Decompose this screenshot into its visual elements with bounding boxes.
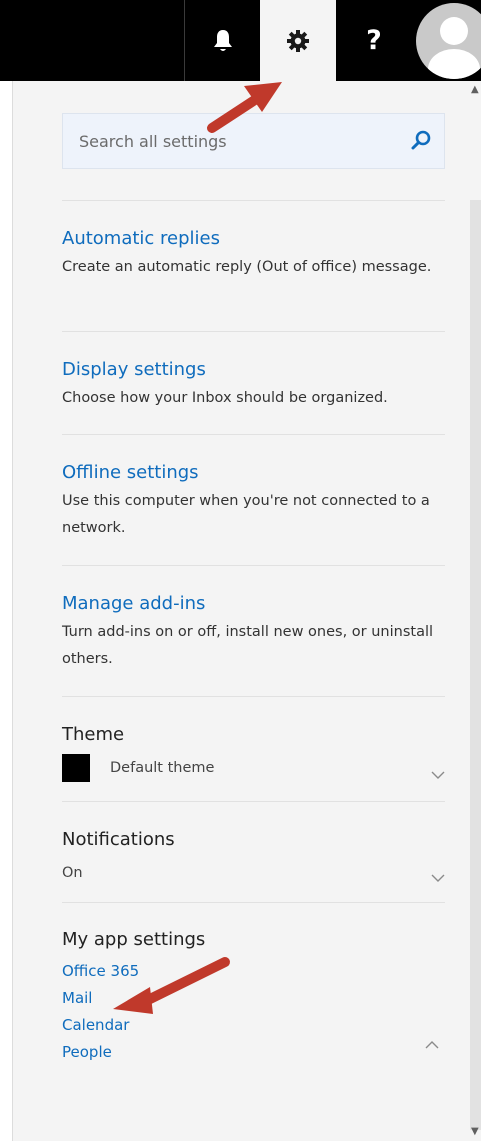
- chevron-up-icon[interactable]: [425, 1040, 439, 1050]
- notifications-dropdown[interactable]: On: [62, 859, 445, 899]
- theme-dropdown[interactable]: Default theme: [62, 754, 445, 794]
- people-link[interactable]: People: [62, 1039, 445, 1066]
- top-bar: ?: [0, 0, 481, 81]
- bell-icon: [213, 29, 232, 51]
- chevron-down-icon: [431, 771, 445, 779]
- my-app-settings-section: My app settings Office 365 Mail Calendar…: [62, 902, 445, 1066]
- offline-settings-section: Offline settings Use this computer when …: [62, 434, 445, 542]
- account-button[interactable]: [412, 0, 481, 81]
- display-settings-link[interactable]: Display settings: [62, 359, 445, 381]
- display-settings-section: Display settings Choose how your Inbox s…: [62, 331, 445, 412]
- theme-value: Default theme: [110, 760, 215, 776]
- theme-heading: Theme: [62, 724, 125, 745]
- search-icon[interactable]: [410, 129, 432, 151]
- offline-settings-description: Use this computer when you're not connec…: [62, 493, 430, 536]
- settings-panel: Automatic replies Create an automatic re…: [12, 81, 470, 1141]
- my-app-settings-heading: My app settings: [62, 929, 206, 950]
- mail-link[interactable]: Mail: [62, 985, 445, 1012]
- scroll-up-icon[interactable]: ▲: [471, 85, 479, 95]
- theme-swatch: [62, 754, 90, 782]
- notifications-heading: Notifications: [62, 829, 175, 850]
- automatic-replies-description: Create an automatic reply (Out of office…: [62, 259, 432, 275]
- notifications-section: Notifications On: [62, 801, 445, 899]
- calendar-link[interactable]: Calendar: [62, 1012, 445, 1039]
- gear-icon: [287, 29, 309, 52]
- offline-settings-link[interactable]: Offline settings: [62, 462, 445, 484]
- panel-scrollbar[interactable]: ▲ ▼: [470, 81, 481, 1141]
- theme-section: Theme Default theme: [62, 696, 445, 794]
- scroll-down-icon[interactable]: ▼: [471, 1127, 479, 1137]
- user-avatar-icon: [416, 3, 481, 79]
- search-box[interactable]: [62, 113, 445, 169]
- notifications-button[interactable]: [184, 0, 260, 81]
- office-365-link[interactable]: Office 365: [62, 958, 445, 985]
- search-input[interactable]: [77, 130, 397, 152]
- display-settings-description: Choose how your Inbox should be organize…: [62, 390, 388, 406]
- manage-add-ins-description: Turn add-ins on or off, install new ones…: [62, 624, 434, 667]
- manage-add-ins-link[interactable]: Manage add-ins: [62, 593, 445, 615]
- help-button[interactable]: ?: [336, 0, 412, 81]
- automatic-replies-section: Automatic replies Create an automatic re…: [62, 200, 445, 281]
- notifications-value: On: [62, 865, 83, 881]
- settings-button[interactable]: [260, 0, 336, 81]
- automatic-replies-link[interactable]: Automatic replies: [62, 228, 445, 250]
- scroll-thumb[interactable]: [470, 200, 481, 1130]
- help-icon: ?: [366, 25, 382, 56]
- chevron-down-icon: [431, 874, 445, 882]
- manage-add-ins-section: Manage add-ins Turn add-ins on or off, i…: [62, 565, 445, 673]
